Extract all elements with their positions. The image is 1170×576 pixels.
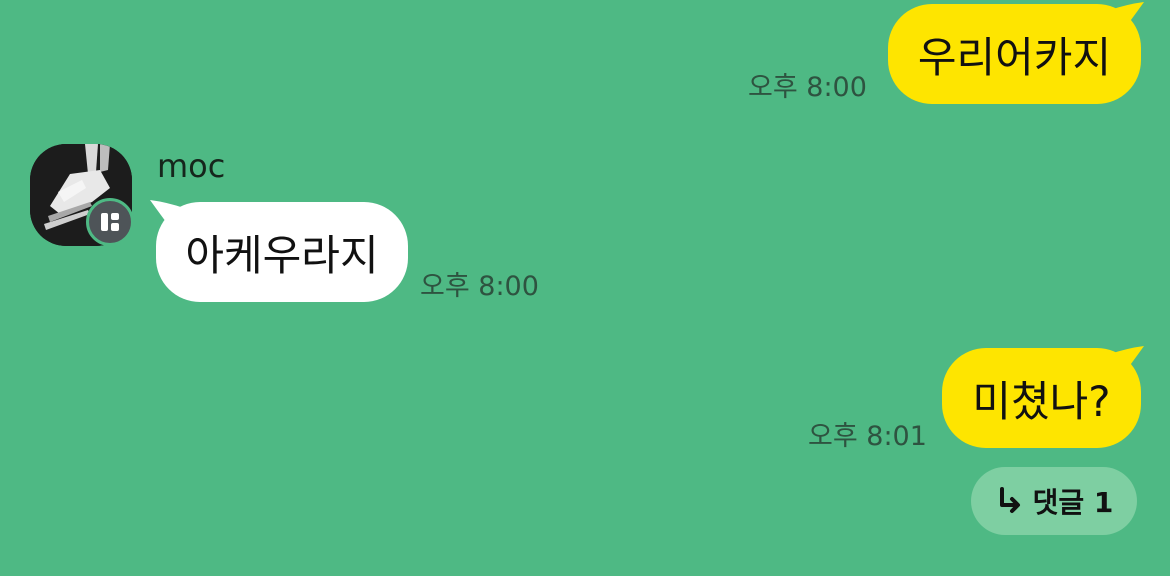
reply-thread-button[interactable]: 댓글 1 — [971, 467, 1137, 535]
profile-badge-icon — [86, 198, 134, 246]
sender-name[interactable]: moc — [157, 150, 225, 182]
reply-arrow-icon — [999, 487, 1020, 513]
message-bubble[interactable]: 미쳤나? — [942, 348, 1141, 448]
message-time: 오후 8:00 — [420, 271, 539, 302]
message-text: 우리어카지 — [917, 32, 1112, 82]
chat-room: 우리어카지 오후 8:00 moc 아케우라지 오후 8:00 미쳤나? 오후 … — [0, 0, 1170, 576]
reply-count-label: 댓글 1 — [1032, 486, 1114, 519]
message-bubble[interactable]: 아케우라지 — [156, 202, 408, 302]
message-time: 오후 8:01 — [808, 421, 927, 452]
message-text: 아케우라지 — [185, 230, 379, 280]
message-text: 미쳤나? — [972, 376, 1111, 426]
message-time: 오후 8:00 — [748, 72, 867, 103]
message-bubble[interactable]: 우리어카지 — [888, 4, 1141, 104]
